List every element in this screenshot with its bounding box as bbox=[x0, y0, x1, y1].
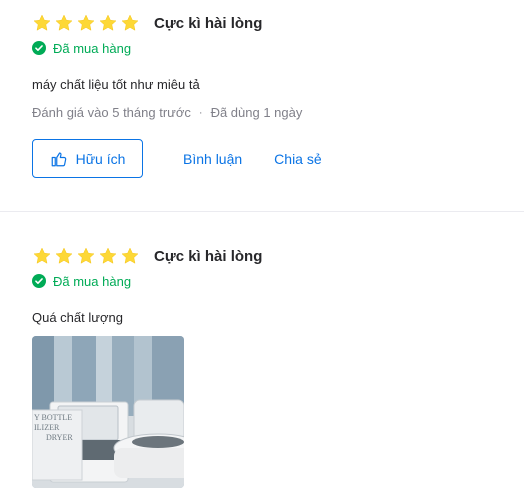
reviewed-time: Đánh giá vào 5 tháng trước bbox=[32, 105, 191, 120]
helpful-button[interactable]: Hữu ích bbox=[32, 139, 143, 178]
review-card: Cực kì hài lòng Đã mua hàng máy chất liệ… bbox=[0, 0, 524, 211]
review-content: máy chất liệu tốt như miêu tả bbox=[32, 77, 200, 92]
helpful-label: Hữu ích bbox=[75, 150, 126, 167]
rating-row: Cực kì hài lòng bbox=[32, 13, 262, 33]
check-circle-icon bbox=[32, 274, 46, 288]
star-icon bbox=[33, 247, 51, 264]
star-rating bbox=[32, 246, 140, 266]
purchased-badge: Đã mua hàng bbox=[32, 39, 131, 57]
star-icon bbox=[33, 14, 51, 31]
photo-text-line: ILIZER bbox=[34, 423, 60, 432]
product-photo-image: Y BOTTLE ILIZER DRYER bbox=[32, 336, 184, 488]
purchased-label: Đã mua hàng bbox=[53, 273, 132, 289]
review-meta: Đánh giá vào 5 tháng trước · Đã dùng 1 n… bbox=[32, 105, 302, 120]
star-icon bbox=[55, 14, 73, 31]
photo-text-line: Y BOTTLE bbox=[34, 413, 72, 422]
review-photo[interactable]: Y BOTTLE ILIZER DRYER bbox=[32, 336, 184, 488]
purchased-label: Đã mua hàng bbox=[53, 40, 132, 56]
star-icon bbox=[99, 14, 117, 31]
star-icon bbox=[77, 14, 95, 31]
star-rating bbox=[32, 13, 140, 33]
review-card: Cực kì hài lòng Đã mua hàng Quá chất lượ… bbox=[0, 211, 524, 495]
rating-title: Cực kì hài lòng bbox=[154, 14, 263, 32]
review-actions: Hữu ích Bình luận Chia sẻ bbox=[32, 139, 322, 178]
star-icon bbox=[121, 247, 139, 264]
star-icon bbox=[99, 247, 117, 264]
rating-row: Cực kì hài lòng bbox=[32, 246, 262, 266]
thumbs-up-icon bbox=[51, 151, 66, 166]
check-circle-icon bbox=[32, 41, 46, 55]
purchased-badge: Đã mua hàng bbox=[32, 272, 131, 290]
used-time: Đã dùng 1 ngày bbox=[210, 105, 303, 120]
review-content: Quá chất lượng bbox=[32, 310, 123, 325]
share-button[interactable]: Chia sẻ bbox=[274, 151, 321, 167]
comment-button[interactable]: Bình luận bbox=[183, 151, 242, 167]
meta-separator: · bbox=[198, 106, 203, 119]
star-icon bbox=[121, 14, 139, 31]
rating-title: Cực kì hài lòng bbox=[154, 247, 263, 265]
photo-text-line: DRYER bbox=[46, 433, 73, 442]
star-icon bbox=[55, 247, 73, 264]
star-icon bbox=[77, 247, 95, 264]
